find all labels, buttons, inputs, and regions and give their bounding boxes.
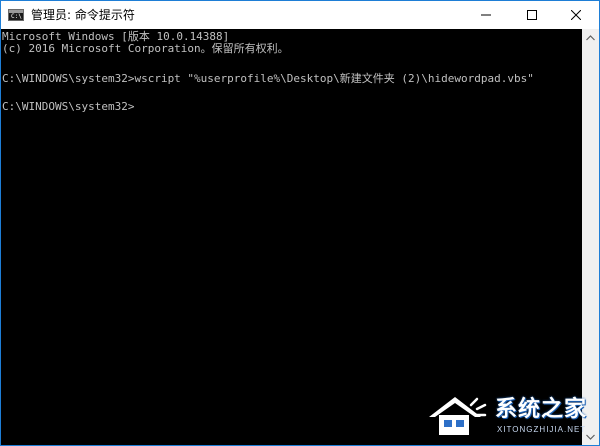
console-line-prompt: C:\WINDOWS\system32> — [2, 100, 135, 113]
watermark-brand: 系统之家 — [495, 397, 588, 422]
chevron-up-icon — [586, 34, 595, 40]
cmd-app-icon[interactable]: C:\ — [8, 9, 24, 21]
minimize-icon — [481, 14, 491, 16]
title-bar[interactable]: C:\ 管理员: 命令提示符 — [1, 1, 599, 29]
command-prompt-window: C:\ 管理员: 命令提示符 Microsoft Windows [版本 10.… — [0, 0, 600, 446]
console-line-command: C:\WINDOWS\system32>wscript "%userprofil… — [2, 72, 534, 85]
maximize-button[interactable] — [509, 1, 555, 29]
window-title: 管理员: 命令提示符 — [31, 8, 135, 22]
close-icon — [571, 10, 581, 20]
watermark-domain: XITONGZHIJIA.NET — [497, 425, 587, 434]
scroll-up-button[interactable] — [582, 29, 599, 46]
maximize-icon — [527, 10, 537, 20]
console-output[interactable]: Microsoft Windows [版本 10.0.14388] (c) 20… — [1, 29, 582, 445]
vertical-scrollbar[interactable] — [582, 29, 599, 445]
close-button[interactable] — [553, 1, 599, 29]
console-line-copyright: (c) 2016 Microsoft Corporation。保留所有权利。 — [2, 42, 289, 55]
site-watermark: 系统之家 XITONGZHIJIA.NET — [425, 387, 597, 443]
house-logo-icon — [429, 397, 487, 435]
cmd-icon-glyph: C:\ — [11, 13, 22, 20]
minimize-button[interactable] — [463, 1, 509, 29]
